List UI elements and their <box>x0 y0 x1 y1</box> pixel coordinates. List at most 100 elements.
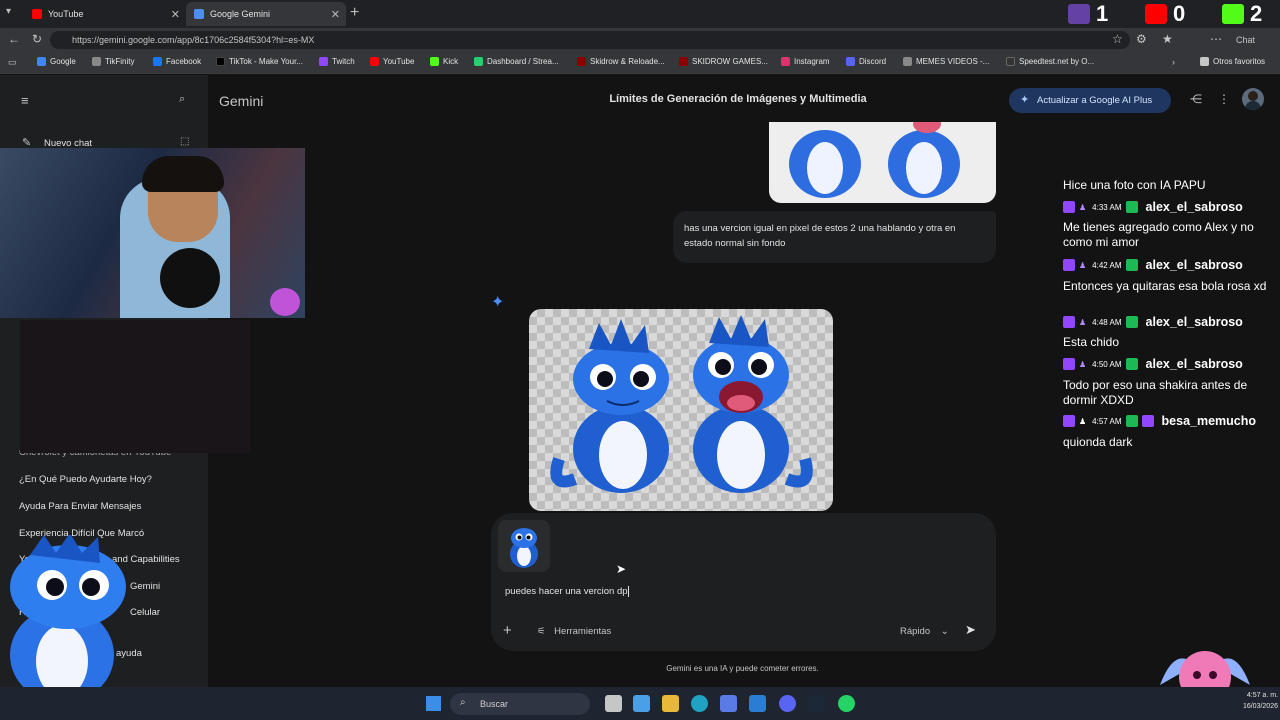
bookmark-facebook[interactable]: Facebook <box>153 57 201 66</box>
generated-image-previous[interactable] <box>769 122 996 203</box>
chat-message-header: ♟ 4:50 AM alex_el_sabroso <box>1063 357 1243 371</box>
share-icon[interactable]: ⋲ <box>1190 92 1202 106</box>
avatar[interactable] <box>1242 88 1264 110</box>
other-bookmarks[interactable]: Otros favoritos <box>1200 57 1265 66</box>
kick-count: 2 <box>1250 1 1263 26</box>
verified-badge-icon <box>1125 259 1138 271</box>
youtube-viewer-counter: 0 <box>1145 1 1186 26</box>
temporary-chat-icon[interactable]: ⬚ <box>180 136 189 147</box>
bookmark-speedtest[interactable]: Speedtest.net by O... <box>1006 57 1094 66</box>
bookmark-label: Facebook <box>166 57 202 66</box>
clock-time: 4:57 a. m. <box>1246 692 1278 699</box>
bookmark-label: Speedtest.net by O... <box>1019 57 1095 66</box>
windows-start-icon[interactable] <box>426 696 441 711</box>
chat-time: 4:57 AM <box>1092 416 1122 426</box>
close-icon[interactable]: ✕ <box>331 8 340 21</box>
chat-username: alex_el_sabroso <box>1145 258 1243 272</box>
bookmark-label: YouTube <box>383 57 415 66</box>
bookmark-youtube[interactable]: YouTube <box>370 57 414 66</box>
facebook-icon <box>153 57 162 66</box>
user-icon: ♟ <box>1079 359 1087 369</box>
send-icon[interactable]: ➤ <box>965 622 976 638</box>
skidrow-icon <box>679 57 688 66</box>
youtube-count: 0 <box>1173 1 1186 26</box>
google-icon <box>37 57 46 66</box>
search-icon[interactable]: ⌕ <box>179 93 185 106</box>
gemini-icon <box>194 9 204 19</box>
bookmark-tiktok[interactable]: TikTok - Make Your... <box>216 57 303 66</box>
add-icon[interactable]: + <box>503 622 512 639</box>
tab-label: YouTube <box>48 9 84 19</box>
close-icon[interactable]: ✕ <box>171 8 180 21</box>
chat-message-header: ♟ 4:57 AM besa_memucho <box>1063 414 1256 428</box>
bookmark-google[interactable]: Google <box>37 57 76 66</box>
webcam-overlay <box>0 148 305 318</box>
chat-message-header: ♟ 4:33 AM alex_el_sabroso <box>1063 200 1243 214</box>
tab-youtube[interactable]: YouTube ✕ <box>24 2 186 26</box>
chat-message: Hice una foto con IA PAPU <box>1063 178 1206 192</box>
tools-icon: ⚟ <box>537 626 546 637</box>
sidebar-toggle-icon[interactable]: ▭ <box>8 57 17 68</box>
user-icon: ♟ <box>1079 317 1087 327</box>
bookmark-star-icon[interactable]: ☆ <box>1112 32 1123 46</box>
upgrade-label: Actualizar a Google AI Plus <box>1037 95 1153 106</box>
taskbar-clock[interactable]: 4:57 a. m. 16/03/2026 <box>1228 691 1278 712</box>
bookmark-skidrow[interactable]: Skidrow & Reloade... <box>577 57 665 66</box>
chat-button[interactable]: Chat <box>1236 35 1255 45</box>
bookmark-twitch[interactable]: Twitch <box>319 57 355 66</box>
widgets-icon[interactable] <box>633 695 650 712</box>
bookmark-memes[interactable]: MEMES VIDEOS -... <box>903 57 989 66</box>
mail-icon[interactable] <box>749 695 766 712</box>
generated-image[interactable] <box>529 309 833 511</box>
store-icon[interactable] <box>720 695 737 712</box>
reload-icon[interactable]: ↻ <box>32 32 42 46</box>
tab-search-icon[interactable]: ▾ <box>6 6 11 17</box>
back-icon[interactable]: ← <box>8 32 20 46</box>
menu-icon[interactable]: ⋯ <box>1210 32 1222 46</box>
streamer-hair <box>142 156 224 192</box>
taskbar-search[interactable]: ⌕ Buscar <box>450 693 590 715</box>
mode-label: Rápido <box>900 626 931 637</box>
sidebar-item-mensajes[interactable]: Ayuda Para Enviar Mensajes <box>19 501 141 512</box>
bookmark-skidrow-games[interactable]: SKIDROW GAMES... <box>679 57 768 66</box>
whatsapp-icon[interactable] <box>838 695 855 712</box>
twitch-icon <box>1063 358 1075 370</box>
url-bar[interactable]: https://gemini.google.com/app/8c1706c258… <box>50 31 1130 49</box>
extensions-icon[interactable]: ⚙ <box>1136 32 1147 46</box>
chat-time: 4:48 AM <box>1092 317 1122 327</box>
speedtest-icon <box>1006 57 1015 66</box>
bookmark-dashboard[interactable]: Dashboard / Strea... <box>474 57 559 66</box>
edge-icon[interactable] <box>691 695 708 712</box>
favorites-icon[interactable]: ★ <box>1162 32 1173 46</box>
bookmark-label: TikFinity <box>105 57 135 66</box>
bookmark-instagram[interactable]: Instagram <box>781 57 830 66</box>
tools-button[interactable]: ⚟ Herramientas <box>537 626 611 637</box>
bookmark-kick[interactable]: Kick <box>430 57 458 66</box>
tab-gemini[interactable]: Google Gemini ✕ <box>186 2 346 26</box>
bookmark-label: Google <box>50 57 76 66</box>
steam-icon[interactable] <box>808 695 825 712</box>
sidebar-item-ayudarte[interactable]: ¿En Qué Puedo Ayudarte Hoy? <box>19 474 152 485</box>
bookmark-discord[interactable]: Discord <box>846 57 886 66</box>
upgrade-button[interactable]: ✦ Actualizar a Google AI Plus <box>1009 88 1171 113</box>
bookmark-label: Instagram <box>794 57 830 66</box>
twitch-icon <box>1063 316 1075 328</box>
bookmark-label: Otros favoritos <box>1213 57 1266 66</box>
file-explorer-icon[interactable] <box>662 695 679 712</box>
bookmark-tikfinity[interactable]: TikFinity <box>92 57 134 66</box>
prompt-input[interactable]: puedes hacer una vercion dp <box>505 586 629 597</box>
chevron-right-icon[interactable]: › <box>1172 57 1175 67</box>
attached-image-thumbnail[interactable] <box>498 520 550 572</box>
twitch-icon <box>1063 259 1075 271</box>
more-options-icon[interactable]: ⋮ <box>1218 92 1230 106</box>
task-view-icon[interactable] <box>605 695 622 712</box>
chat-message: quionda dark <box>1063 435 1133 449</box>
prompt-input-text: puedes hacer una vercion dp <box>505 586 628 598</box>
hamburger-menu-icon[interactable]: ≡ <box>21 93 29 108</box>
new-tab-icon[interactable]: + <box>350 4 359 22</box>
gemini-brand[interactable]: Gemini <box>219 93 263 109</box>
discord-icon[interactable] <box>779 695 796 712</box>
video-player-overlay[interactable] <box>20 320 250 453</box>
model-mode-dropdown[interactable]: Rápido ⌄ <box>900 626 949 637</box>
bookmark-label: Skidrow & Reloade... <box>590 57 665 66</box>
